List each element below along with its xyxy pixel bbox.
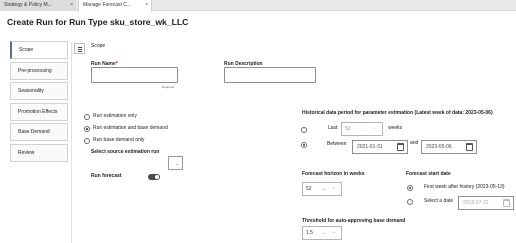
close-icon[interactable]: × bbox=[145, 0, 148, 11]
radio-select-date[interactable] bbox=[407, 199, 413, 205]
sidebar-item-review[interactable]: Review bbox=[10, 143, 68, 162]
required-hint: Required bbox=[162, 85, 175, 89]
radio-first-week-after-history[interactable] bbox=[407, 185, 413, 191]
radio-estimation-and-base[interactable] bbox=[84, 126, 90, 132]
increment-icon[interactable]: ^ bbox=[374, 123, 376, 135]
weeks-label: weeks bbox=[388, 125, 403, 131]
forecast-start-date-input[interactable]: 2018-07-22 bbox=[458, 196, 514, 210]
select-date-label: Select a date bbox=[424, 198, 454, 204]
calendar-icon[interactable] bbox=[397, 143, 404, 151]
run-forecast-label: Run forecast bbox=[91, 173, 122, 179]
close-icon[interactable]: × bbox=[70, 0, 73, 11]
end-date-input[interactable]: 2023-05-06 bbox=[421, 140, 477, 154]
decrement-icon[interactable]: ⌄ bbox=[322, 227, 325, 239]
decrement-icon[interactable]: ⌄ bbox=[363, 123, 366, 135]
decrement-icon[interactable]: ⌄ bbox=[322, 183, 325, 195]
radio-between-dates[interactable] bbox=[301, 142, 307, 148]
forecast-start-label: Forecast start date bbox=[406, 171, 451, 177]
source-run-label: Select source estimation run bbox=[91, 149, 160, 155]
sidebar-item-preprocessing[interactable]: Pre-processing bbox=[10, 61, 68, 80]
radio-estimation-only[interactable] bbox=[84, 114, 90, 120]
run-name-input[interactable] bbox=[91, 67, 178, 83]
tab-manage-forecast[interactable]: Manage Forecast C... × bbox=[78, 0, 152, 12]
threshold-label: Threshold for auto-approving base demand bbox=[302, 218, 406, 224]
section-title: Scope bbox=[91, 43, 106, 49]
source-run-select[interactable]: ⌄ bbox=[168, 156, 183, 170]
calendar-icon[interactable] bbox=[466, 143, 473, 151]
run-forecast-toggle[interactable] bbox=[148, 174, 160, 180]
sidebar-item-seasonality[interactable]: Seasonality bbox=[10, 82, 68, 100]
radio-base-only[interactable] bbox=[84, 138, 90, 144]
historical-period-title: Historical data period for parameter est… bbox=[302, 110, 493, 116]
step-sidebar: Scope Pre-processing Seasonality Promoti… bbox=[10, 41, 68, 164]
forecast-horizon-stepper[interactable]: 52 ⌄ ^ bbox=[302, 182, 342, 196]
last-weeks-stepper[interactable]: 52 ⌄ ^ bbox=[341, 122, 383, 136]
increment-icon[interactable]: ^ bbox=[333, 227, 335, 239]
estimation-only-label: Run estimation only bbox=[93, 113, 137, 119]
between-label: Between bbox=[327, 141, 347, 147]
radio-last-weeks[interactable] bbox=[301, 127, 307, 133]
estimation-and-base-label: Run estimation and base demand bbox=[93, 125, 168, 131]
last-label: Last bbox=[328, 125, 338, 131]
calendar-icon[interactable] bbox=[503, 199, 510, 207]
increment-icon[interactable]: ^ bbox=[333, 183, 335, 195]
tab-strategy-policy[interactable]: Strategy & Policy M... × bbox=[0, 0, 76, 11]
page-title: Create Run for Run Type sku_store_wk_LLC bbox=[7, 17, 189, 27]
sidebar-item-scope[interactable]: Scope bbox=[10, 41, 68, 59]
tab-label: Strategy & Policy M... bbox=[4, 2, 52, 8]
tab-strip: Strategy & Policy M... × Manage Forecast… bbox=[0, 0, 516, 12]
and-label: and bbox=[410, 140, 419, 146]
menu-toggle-button[interactable] bbox=[74, 43, 85, 54]
forecast-horizon-label: Forecast horizon in weeks bbox=[302, 171, 365, 177]
sidebar-item-promotion-effects[interactable]: Promotion Effects bbox=[10, 102, 68, 121]
tab-label: Manage Forecast C... bbox=[83, 2, 132, 8]
threshold-stepper[interactable]: 1.5 ⌄ ^ bbox=[302, 226, 342, 240]
first-week-label: First week after history (2023-05-13) bbox=[424, 184, 505, 190]
start-date-input[interactable]: 2021-01-31 bbox=[352, 140, 408, 154]
sidebar-item-base-demand[interactable]: Base Demand bbox=[10, 123, 68, 141]
hamburger-icon bbox=[78, 47, 82, 48]
base-only-label: Run base demand only bbox=[93, 137, 145, 143]
chevron-down-icon: ⌄ bbox=[175, 161, 179, 166]
run-description-input[interactable] bbox=[224, 67, 316, 83]
